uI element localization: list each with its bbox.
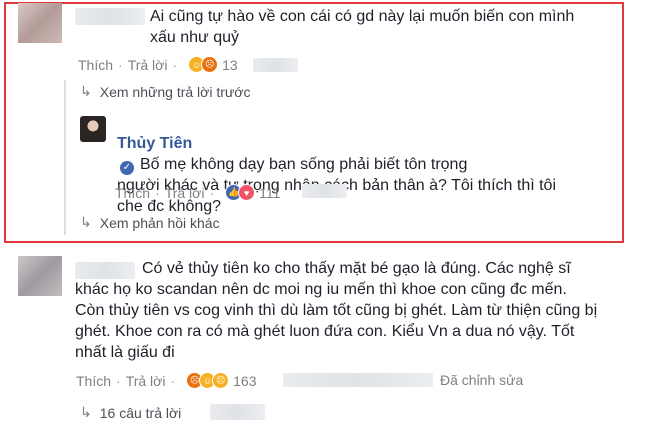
verified-badge-icon: ✓ — [120, 160, 134, 175]
comment-text: Ai cũng tự hào về con cái có gd này lại … — [150, 8, 575, 46]
avatar[interactable] — [18, 3, 62, 43]
blurred-username — [75, 8, 145, 25]
reaction-count: 13 — [222, 56, 238, 73]
reaction-count: 163 — [233, 372, 257, 389]
view-more-replies-label: Xem phản hồi khác — [99, 214, 220, 231]
separator-dot: · — [155, 184, 160, 201]
view-previous-replies[interactable]: ↳ Xem những trả lời trước — [80, 83, 250, 100]
reactions-summary[interactable]: ☹ ☺ ☹ — [186, 372, 230, 389]
avatar[interactable] — [80, 116, 106, 142]
separator-dot: · — [172, 56, 178, 73]
comment-text: Có vẻ thủy tiên ko cho thấy mặt bé gạo l… — [75, 260, 598, 361]
angry-reaction-icon: ☹ — [201, 56, 219, 73]
separator-dot: · — [116, 372, 121, 389]
separator-dot: · — [170, 372, 176, 389]
avatar[interactable] — [18, 256, 62, 296]
reply-author-name[interactable]: Thủy Tiên — [117, 135, 192, 152]
sad-reaction-icon: ☹ — [212, 372, 230, 389]
like-link[interactable]: Thích — [78, 57, 113, 73]
thread-line — [64, 80, 66, 235]
view-replies[interactable]: ↳ 16 câu trả lời — [80, 404, 181, 421]
view-previous-replies-label: Xem những trả lời trước — [99, 83, 251, 100]
blurred-timestamp — [253, 58, 298, 72]
reply-link[interactable]: Trả lời — [165, 185, 205, 201]
like-link[interactable]: Thích — [115, 185, 150, 201]
view-more-replies[interactable]: ↳ Xem phản hồi khác — [80, 214, 220, 231]
reply-arrow-icon: ↳ — [80, 83, 92, 99]
reply-link[interactable]: Trả lời — [126, 373, 166, 389]
separator-dot: · — [118, 56, 123, 73]
love-reaction-icon: ♥ — [238, 184, 256, 201]
like-link[interactable]: Thích — [76, 373, 111, 389]
separator-dot: · — [209, 184, 215, 201]
blurred-timestamp — [302, 184, 347, 198]
reply-arrow-icon: ↳ — [80, 214, 92, 230]
reply-text: Thủy Tiên ✓ Bố mẹ không dạy bạn sống phải… — [117, 112, 617, 217]
edited-text: Đã chỉnh sửa — [440, 372, 524, 388]
reply-link[interactable]: Trả lời — [128, 57, 168, 73]
reactions-summary[interactable]: ☺ ☹ — [188, 56, 219, 73]
reactions-summary[interactable]: 👍 ♥ — [225, 184, 256, 201]
comment-actions: Thích · Trả lời · ☺ ☹ 13 — [78, 56, 238, 73]
comment-actions: Thích · Trả lời · ☹ ☺ ☹ 163 — [76, 372, 257, 389]
blurred-timestamp — [283, 373, 433, 387]
reply-arrow-icon: ↳ — [80, 404, 92, 420]
reaction-count: 111 — [259, 184, 281, 201]
blurred-replier — [210, 404, 265, 420]
edited-label[interactable]: Đã chỉnh sửa — [440, 372, 523, 388]
view-replies-label: 16 câu trả lời — [99, 404, 182, 421]
reply-actions: Thích · Trả lời · 👍 ♥ 111 — [115, 184, 280, 201]
